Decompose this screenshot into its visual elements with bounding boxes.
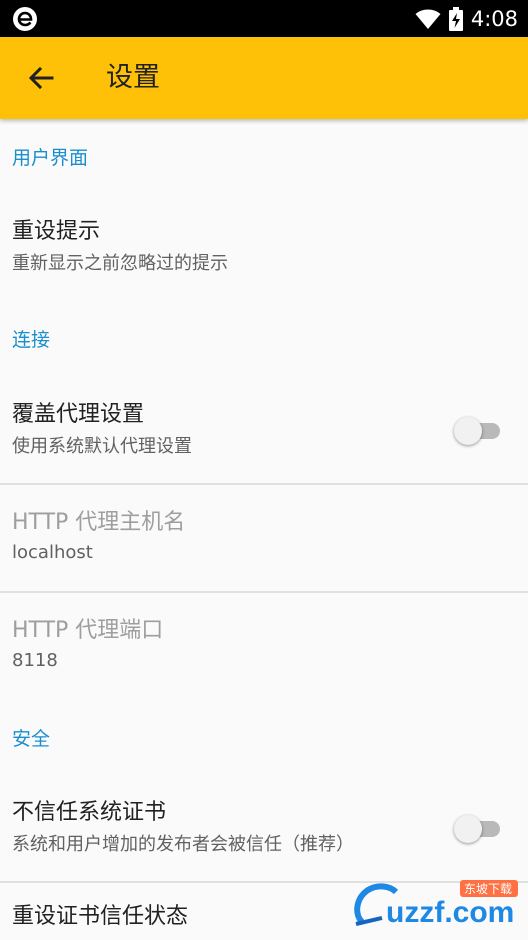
section-header-ui: 用户界面 xyxy=(12,147,89,169)
svg-text:东坡下载: 东坡下载 xyxy=(464,882,512,896)
pref-title: 不信任系统证书 xyxy=(12,800,167,825)
pref-title: 重设提示 xyxy=(12,219,101,244)
battery-charging-icon xyxy=(448,7,463,31)
status-time: 4:08 xyxy=(470,7,518,31)
back-button[interactable] xyxy=(22,59,60,97)
pref-proxy-host[interactable]: HTTP 代理主机名 localhost xyxy=(0,485,528,591)
pref-distrust-system-certs[interactable]: 不信任系统证书 系统和用户增加的发布者会被信任（推荐） xyxy=(0,785,528,881)
pref-summary: 系统和用户增加的发布者会被信任（推荐） xyxy=(12,834,354,855)
pref-title: 覆盖代理设置 xyxy=(12,402,145,427)
pref-title: 重设证书信任状态 xyxy=(12,904,189,929)
pref-proxy-port[interactable]: HTTP 代理端口 8118 xyxy=(0,593,528,699)
override-proxy-switch[interactable] xyxy=(454,417,502,445)
watermark-logo: uzzf.com 东坡下载 xyxy=(354,880,518,929)
section-header-connection: 连接 xyxy=(12,329,51,351)
pref-title: HTTP 代理端口 xyxy=(12,618,164,643)
pref-value: localhost xyxy=(12,542,93,563)
pref-value: 8118 xyxy=(12,650,58,671)
arrow-back-icon xyxy=(28,66,54,90)
browser-e-icon xyxy=(13,7,37,31)
wifi-icon xyxy=(415,9,441,29)
section-header-security: 安全 xyxy=(12,728,51,750)
pref-reset-tips[interactable]: 重设提示 重新显示之前忽略过的提示 xyxy=(0,204,528,300)
switch-thumb xyxy=(454,417,482,445)
app-bar: 设置 xyxy=(0,37,528,119)
switch-thumb xyxy=(454,815,482,843)
pref-summary: 重新显示之前忽略过的提示 xyxy=(12,253,228,274)
page-title: 设置 xyxy=(106,62,160,93)
pref-override-proxy[interactable]: 覆盖代理设置 使用系统默认代理设置 xyxy=(0,387,528,483)
pref-title: HTTP 代理主机名 xyxy=(12,510,186,535)
distrust-certs-switch[interactable] xyxy=(454,815,502,843)
pref-summary: 使用系统默认代理设置 xyxy=(12,436,192,457)
svg-text:uzzf.com: uzzf.com xyxy=(386,896,514,929)
status-icons: 4:08 xyxy=(415,5,518,33)
status-bar: 4:08 xyxy=(0,0,528,37)
